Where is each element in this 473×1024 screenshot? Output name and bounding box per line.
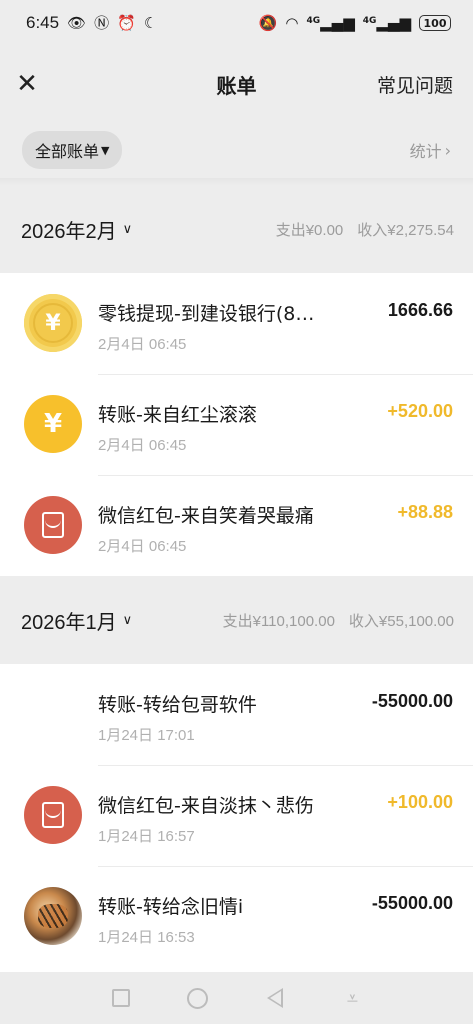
tiger-avatar-icon <box>24 887 82 945</box>
status-left: 6:45 👁 Ⓝ ⏰ ☾ <box>26 13 157 33</box>
transaction-amount: +100.00 <box>387 792 453 812</box>
transaction-amount: +520.00 <box>387 401 453 421</box>
month-selector[interactable]: 2026年2月 ∨ <box>21 215 132 244</box>
transaction-row[interactable]: ¥ 零钱提现-到建设银行(8… 2月4日 06:45 1666.66 <box>0 273 473 374</box>
recent-apps-button[interactable] <box>107 984 135 1012</box>
transaction-title: 微信红包-来自笑着哭最痛 <box>98 505 314 527</box>
faq-link[interactable]: 常见问题 <box>377 71 453 98</box>
stats-link[interactable]: 统计 › <box>410 138 451 162</box>
transaction-time: 2月4日 06:45 <box>98 538 187 555</box>
transaction-title: 微信红包-来自淡抹丶悲伤 <box>98 795 314 817</box>
month-header[interactable]: 2026年1月 ∨ 支出¥110,100.00 收入¥55,100.00 <box>0 576 473 664</box>
system-nav-bar: ⩡ <box>0 972 473 1024</box>
chevron-right-icon: › <box>444 140 451 160</box>
month-label: 2026年1月 <box>21 611 117 634</box>
transaction-row[interactable]: ¥ 转账-来自红尘滚滚 2月4日 06:45 +520.00 <box>0 374 473 475</box>
month-summary: 支出¥110,100.00 收入¥55,100.00 <box>223 610 454 631</box>
back-button[interactable] <box>261 984 289 1012</box>
month-header[interactable]: 2026年2月 ∨ 支出¥0.00 收入¥2,275.54 <box>0 185 473 273</box>
status-bar: 6:45 👁 Ⓝ ⏰ ☾ 🔕 ◠ 4G▂▄▆ 4G▂▄▆ 100 <box>0 0 473 46</box>
filter-row: 全部账单 ▼ 统计 › <box>0 128 473 172</box>
transaction-amount: 1666.66 <box>387 300 453 320</box>
transaction-title: 零钱提现-到建设银行(8… <box>98 303 315 325</box>
transaction-list: 转账-转给包哥软件 1月24日 17:01 -55000.00 微信红包-来自淡… <box>0 664 473 972</box>
transaction-row[interactable]: 微信红包-来自笑着哭最痛 2月4日 06:45 +88.88 <box>0 475 473 576</box>
signal-4g-icon: 4G▂▄▆ <box>362 14 411 32</box>
transaction-time: 1月24日 17:01 <box>98 727 195 744</box>
transaction-time: 1月24日 16:53 <box>98 929 195 946</box>
month-income: 收入¥2,275.54 <box>357 221 454 239</box>
month-expense: 支出¥0.00 <box>275 221 344 239</box>
transaction-row[interactable]: 转账-转给包哥软件 1月24日 17:01 -55000.00 <box>0 664 473 765</box>
caret-down-icon: ▼ <box>101 143 110 157</box>
square-icon <box>111 989 130 1007</box>
battery-indicator: 100 <box>419 15 451 31</box>
transaction-row[interactable]: 转账-转给念旧情i 1月24日 16:53 -55000.00 <box>0 866 473 967</box>
transaction-list: ¥ 零钱提现-到建设银行(8… 2月4日 06:45 1666.66 ¥ 转账-… <box>0 273 473 576</box>
transaction-title: 转账-转给包哥软件 <box>98 694 257 716</box>
month-summary: 支出¥0.00 收入¥2,275.54 <box>276 219 454 240</box>
eye-icon: 👁 <box>67 13 87 32</box>
alarm-icon: ⏰ <box>117 13 136 32</box>
bill-filter-dropdown[interactable]: 全部账单 ▼ <box>22 131 123 169</box>
stats-label: 统计 <box>409 142 442 161</box>
month-expense: 支出¥110,100.00 <box>222 612 335 630</box>
status-time: 6:45 <box>26 13 60 32</box>
moon-icon: ☾ <box>143 13 158 32</box>
yuan-transfer-icon: ¥ <box>24 395 82 453</box>
status-right: 🔕 ◠ 4G▂▄▆ 4G▂▄▆ 100 <box>259 13 451 33</box>
chevron-down-icon: ∨ <box>122 221 133 236</box>
chevron-down-icon: ∨ <box>122 612 133 627</box>
circle-icon <box>187 987 209 1009</box>
month-selector[interactable]: 2026年1月 ∨ <box>21 606 132 635</box>
nav-bar: ✕ 账单 常见问题 <box>0 56 473 112</box>
home-button[interactable] <box>184 984 212 1012</box>
pull-down-icon: ⩡ <box>346 986 359 1010</box>
red-packet-icon <box>24 786 82 844</box>
transaction-title: 转账-来自红尘滚滚 <box>98 404 257 426</box>
mute-icon: 🔕 <box>258 13 278 32</box>
back-triangle-icon <box>267 988 284 1008</box>
filter-label: 全部账单 <box>35 142 100 161</box>
wifi-icon: ◠ <box>285 13 299 32</box>
transaction-time: 2月4日 06:45 <box>98 437 187 454</box>
close-icon[interactable]: ✕ <box>14 69 40 99</box>
transaction-row[interactable]: 微信红包-来自淡抹丶悲伤 1月24日 16:57 +100.00 <box>0 765 473 866</box>
nfc-icon: Ⓝ <box>94 13 110 32</box>
transaction-time: 1月24日 16:57 <box>98 828 195 845</box>
transaction-amount: -55000.00 <box>371 691 453 711</box>
month-income: 收入¥55,100.00 <box>348 612 454 630</box>
pull-down-button[interactable]: ⩡ <box>338 984 366 1012</box>
transaction-amount: -55000.00 <box>371 893 453 913</box>
transaction-time: 2月4日 06:45 <box>98 336 187 353</box>
coin-icon: ¥ <box>24 294 82 352</box>
month-label: 2026年2月 <box>21 220 117 243</box>
transaction-title: 转账-转给念旧情i <box>98 896 244 918</box>
red-packet-icon <box>24 496 82 554</box>
transaction-amount: +88.88 <box>397 502 453 522</box>
signal-4g-icon: 4G▂▄▆ <box>306 14 355 32</box>
